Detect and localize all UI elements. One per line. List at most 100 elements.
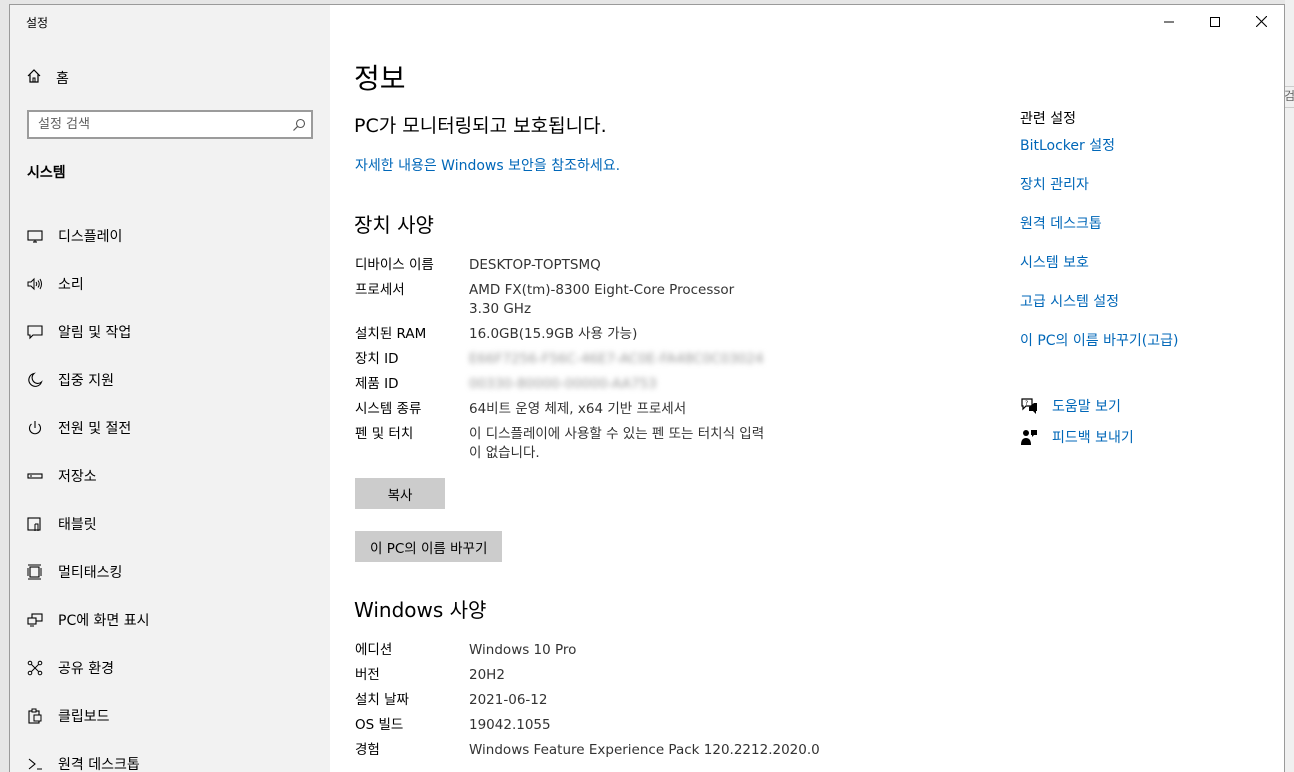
sidebar-item-label: 디스플레이 bbox=[58, 229, 123, 245]
spec-row-install-date: 설치 날짜 2021-06-12 bbox=[355, 691, 995, 710]
spec-value-line: 3.30 GHz bbox=[469, 301, 532, 317]
sidebar-item-shared-experience[interactable]: 공유 환경 bbox=[10, 644, 330, 692]
home-icon bbox=[26, 68, 42, 88]
sidebar-item-focus-assist[interactable]: 집중 지원 bbox=[10, 356, 330, 404]
spec-value-redacted: 00330-80000-00000-AA753 bbox=[469, 376, 657, 392]
related-settings-title: 관련 설정 bbox=[1020, 111, 1076, 127]
spec-value: DESKTOP-TOPTSMQ bbox=[469, 257, 601, 273]
spec-row-device-name: 디바이스 이름 DESKTOP-TOPTSMQ bbox=[355, 256, 995, 275]
moon-icon bbox=[26, 371, 44, 389]
spec-key: 장치 ID bbox=[355, 351, 399, 367]
spec-key: OS 빌드 bbox=[355, 717, 404, 733]
search-icon[interactable] bbox=[287, 118, 311, 132]
sidebar-item-sound[interactable]: 소리 bbox=[10, 260, 330, 308]
spec-row-ram: 설치된 RAM 16.0GB(15.9GB 사용 가능) bbox=[355, 325, 995, 344]
related-link-remote-desktop[interactable]: 원격 데스크톱 bbox=[1020, 213, 1178, 252]
spec-value-redacted: E66F7256-F56C-46E7-AC0E-FA48C0C03024 bbox=[469, 351, 764, 367]
search-input[interactable] bbox=[29, 116, 287, 133]
share-icon bbox=[26, 659, 44, 677]
nav-home[interactable]: 홈 bbox=[26, 65, 69, 91]
sidebar-item-label: 알림 및 작업 bbox=[58, 325, 132, 341]
spec-row-version: 버전 20H2 bbox=[355, 666, 995, 685]
sidebar-nav: 디스플레이 소리 알림 및 작업 집중 지원 전원 및 절전 저장소 태블릿 멀… bbox=[10, 212, 330, 772]
sidebar-item-label: 전원 및 절전 bbox=[58, 421, 132, 437]
windows-security-link[interactable]: 자세한 내용은 Windows 보안을 참조하세요. bbox=[355, 155, 620, 175]
copy-button[interactable]: 복사 bbox=[355, 478, 445, 509]
sidebar-item-label: PC에 화면 표시 bbox=[58, 613, 150, 629]
spec-value-line: 이 디스플레이에 사용할 수 있는 펜 또는 터치식 입력 bbox=[469, 426, 765, 442]
spec-key: 에디션 bbox=[355, 642, 393, 658]
sidebar-item-label: 소리 bbox=[58, 277, 84, 293]
spec-value: Windows 10 Pro bbox=[469, 642, 577, 658]
spec-row-experience: 경험 Windows Feature Experience Pack 120.2… bbox=[355, 741, 995, 760]
spec-value: 20H2 bbox=[469, 667, 505, 683]
remote-desktop-icon bbox=[26, 755, 44, 772]
background-window bbox=[1285, 0, 1294, 772]
spec-value: 19042.1055 bbox=[469, 717, 551, 733]
sidebar-item-notifications[interactable]: 알림 및 작업 bbox=[10, 308, 330, 356]
related-link-device-manager[interactable]: 장치 관리자 bbox=[1020, 174, 1178, 213]
sidebar-item-storage[interactable]: 저장소 bbox=[10, 452, 330, 500]
sidebar: 설정 홈 시스템 디스플레이 소리 알림 및 bbox=[10, 5, 330, 772]
spec-value: 2021-06-12 bbox=[469, 692, 548, 708]
sound-icon bbox=[26, 275, 44, 293]
sidebar-item-project[interactable]: PC에 화면 표시 bbox=[10, 596, 330, 644]
multitasking-icon bbox=[26, 563, 44, 581]
sidebar-item-display[interactable]: 디스플레이 bbox=[10, 212, 330, 260]
device-specs-list: 디바이스 이름 DESKTOP-TOPTSMQ 프로세서 AMD FX(tm)-… bbox=[355, 256, 995, 469]
sidebar-item-label: 저장소 bbox=[58, 469, 97, 485]
background-window-text: 검 bbox=[1284, 86, 1294, 108]
spec-row-product-id: 제품 ID 00330-80000-00000-AA753 bbox=[355, 375, 995, 394]
sidebar-item-remote-desktop[interactable]: 원격 데스크톱 bbox=[10, 740, 330, 772]
related-link-rename-advanced[interactable]: 이 PC의 이름 바꾸기(고급) bbox=[1020, 330, 1178, 369]
display-icon bbox=[26, 227, 44, 245]
settings-window: 설정 홈 시스템 디스플레이 소리 알림 및 bbox=[10, 5, 1284, 772]
sidebar-item-power[interactable]: 전원 및 절전 bbox=[10, 404, 330, 452]
protection-status: PC가 모니터링되고 보호됩니다. bbox=[354, 115, 607, 137]
sidebar-item-label: 원격 데스크톱 bbox=[58, 757, 140, 772]
get-help-link[interactable]: ? 도움말 보기 bbox=[1020, 396, 1121, 416]
spec-key: 프로세서 bbox=[355, 282, 405, 298]
power-icon bbox=[26, 419, 44, 437]
nav-home-label: 홈 bbox=[56, 71, 69, 87]
related-settings-panel: 관련 설정 BitLocker 설정 장치 관리자 원격 데스크톱 시스템 보호… bbox=[1020, 5, 1280, 772]
spec-key: 설치 날짜 bbox=[355, 692, 409, 708]
windows-specs-heading: Windows 사양 bbox=[354, 598, 487, 622]
spec-key: 디바이스 이름 bbox=[355, 257, 434, 273]
feedback-icon bbox=[1020, 428, 1038, 446]
sidebar-item-clipboard[interactable]: 클립보드 bbox=[10, 692, 330, 740]
sidebar-item-label: 클립보드 bbox=[58, 709, 110, 725]
project-icon bbox=[26, 611, 44, 629]
rename-pc-button[interactable]: 이 PC의 이름 바꾸기 bbox=[355, 531, 503, 562]
notification-icon bbox=[26, 323, 44, 341]
sidebar-item-label: 멀티태스킹 bbox=[58, 565, 123, 581]
get-help-label: 도움말 보기 bbox=[1052, 399, 1121, 415]
spec-value: 16.0GB(15.9GB 사용 가능) bbox=[469, 326, 638, 342]
storage-icon bbox=[26, 467, 44, 485]
search-box[interactable] bbox=[27, 110, 313, 139]
spec-value-line: AMD FX(tm)-8300 Eight-Core Processor bbox=[469, 282, 735, 298]
related-links: BitLocker 설정 장치 관리자 원격 데스크톱 시스템 보호 고급 시스… bbox=[1020, 135, 1178, 369]
spec-row-edition: 에디션 Windows 10 Pro bbox=[355, 641, 995, 660]
sidebar-item-label: 집중 지원 bbox=[58, 373, 114, 389]
clipboard-icon bbox=[26, 707, 44, 725]
spec-value: 이 디스플레이에 사용할 수 있는 펜 또는 터치식 입력 이 없습니다. bbox=[469, 425, 819, 463]
related-link-system-protection[interactable]: 시스템 보호 bbox=[1020, 252, 1178, 291]
help-chat-icon: ? bbox=[1020, 397, 1038, 415]
spec-row-system-type: 시스템 종류 64비트 운영 체제, x64 기반 프로세서 bbox=[355, 400, 995, 419]
spec-value: Windows Feature Experience Pack 120.2212… bbox=[469, 742, 820, 758]
window-title: 설정 bbox=[26, 16, 49, 30]
give-feedback-link[interactable]: 피드백 보내기 bbox=[1020, 427, 1134, 447]
related-link-bitlocker[interactable]: BitLocker 설정 bbox=[1020, 135, 1178, 174]
main-content: 정보 PC가 모니터링되고 보호됩니다. 자세한 내용은 Windows 보안을… bbox=[354, 5, 994, 772]
spec-key: 시스템 종류 bbox=[355, 401, 422, 417]
related-link-advanced-system[interactable]: 고급 시스템 설정 bbox=[1020, 291, 1178, 330]
sidebar-item-multitasking[interactable]: 멀티태스킹 bbox=[10, 548, 330, 596]
spec-row-processor: 프로세서 AMD FX(tm)-8300 Eight-Core Processo… bbox=[355, 281, 995, 319]
page-title: 정보 bbox=[354, 62, 406, 95]
spec-key: 경험 bbox=[355, 742, 380, 758]
sidebar-item-tablet[interactable]: 태블릿 bbox=[10, 500, 330, 548]
give-feedback-label: 피드백 보내기 bbox=[1052, 430, 1134, 446]
spec-value-line: 이 없습니다. bbox=[469, 445, 540, 461]
sidebar-item-label: 태블릿 bbox=[58, 517, 97, 533]
